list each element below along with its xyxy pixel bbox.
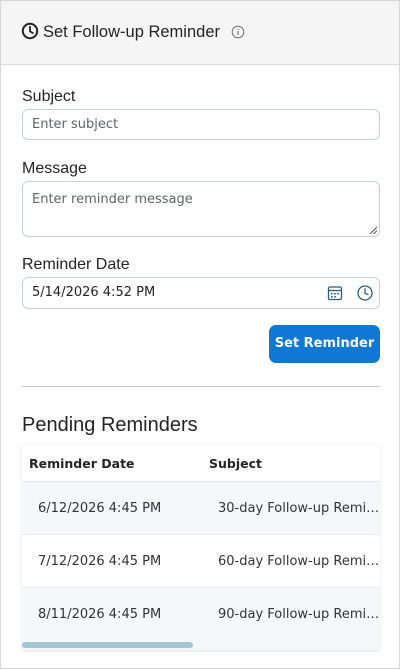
message-label: Message (22, 160, 87, 177)
column-header-reminder-date[interactable]: Reminder Date (29, 445, 135, 482)
subject-label: Subject (22, 88, 76, 105)
page-title: Set Follow-up Reminder (43, 23, 220, 41)
subject-input[interactable]: Enter subject (22, 109, 380, 140)
cell-reminder-date: 8/11/2026 4:45 PM (38, 607, 162, 622)
reminder-date-input[interactable]: 5/14/2026 4:52 PM (22, 277, 380, 309)
scrollbar-thumb[interactable] (22, 642, 193, 648)
resize-grip-icon[interactable] (369, 226, 377, 234)
pending-reminders-grid: Reminder Date Subject 6/12/2026 4:45 PM … (22, 445, 380, 650)
message-textarea[interactable]: Enter reminder message (22, 181, 380, 237)
subject-placeholder: Enter subject (32, 117, 119, 132)
info-icon[interactable] (231, 25, 245, 39)
cell-reminder-date: 6/12/2026 4:45 PM (38, 501, 162, 516)
grid-header: Reminder Date Subject (22, 445, 380, 482)
cell-reminder-date: 7/12/2026 4:45 PM (38, 554, 162, 569)
message-placeholder: Enter reminder message (32, 192, 193, 207)
reminder-card: Set Follow-up Reminder Subject Enter sub… (0, 0, 400, 669)
time-picker-icon[interactable] (356, 284, 374, 302)
table-row[interactable]: 7/12/2026 4:45 PM 60-day Follow-up Remin… (22, 535, 380, 588)
set-reminder-button[interactable]: Set Reminder (269, 325, 380, 363)
reminder-date-value: 5/14/2026 4:52 PM (32, 285, 156, 300)
column-header-subject[interactable]: Subject (209, 445, 262, 482)
card-header: Set Follow-up Reminder (1, 1, 399, 65)
table-row[interactable]: 6/12/2026 4:45 PM 30-day Follow-up Remin… (22, 482, 380, 535)
cell-subject: 90-day Follow-up Reminder (218, 607, 380, 622)
clock-icon (21, 22, 39, 40)
calendar-icon[interactable] (327, 285, 343, 301)
pending-reminders-heading: Pending Reminders (22, 414, 198, 436)
cell-subject: 30-day Follow-up Reminder (218, 501, 380, 516)
reminder-date-label: Reminder Date (22, 256, 130, 273)
divider (22, 386, 380, 387)
cell-subject: 60-day Follow-up Reminder (218, 554, 380, 569)
table-row[interactable]: 8/11/2026 4:45 PM 90-day Follow-up Remin… (22, 588, 380, 641)
